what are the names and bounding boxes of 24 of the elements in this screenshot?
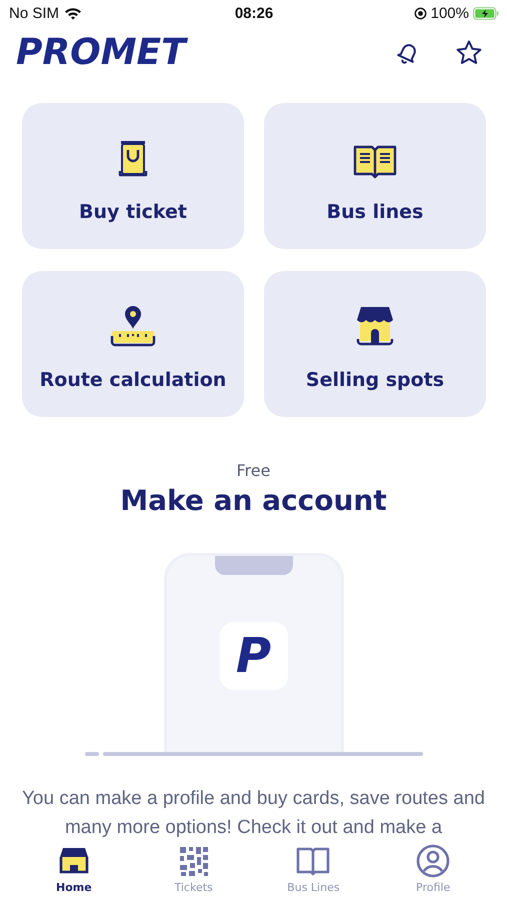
menu-tile[interactable]: Selling spots [264, 271, 486, 417]
orientation-lock-icon [414, 6, 427, 20]
storefront-icon [56, 846, 91, 876]
open-book-icon [352, 143, 398, 179]
open-book-icon [296, 846, 330, 876]
section-title: Make an account [120, 484, 387, 517]
battery-text: 100% [430, 4, 469, 22]
menu-tile[interactable]: Buy ticket [22, 103, 244, 249]
profile-icon [416, 844, 450, 878]
wifi-icon [64, 6, 82, 20]
logo: PROMET [16, 35, 186, 71]
app-icon: P [220, 622, 288, 690]
star-icon[interactable] [455, 39, 483, 67]
qr-code-icon [178, 845, 210, 877]
tab-bar-item[interactable]: Home [28, 844, 119, 894]
ground-line [84, 752, 98, 756]
menu-tile[interactable]: Bus lines [264, 103, 486, 249]
description-text: You can make a profile and buy cards, save routes and many more options! Check it out and make a [21, 787, 486, 840]
carrier-text: No SIM [9, 4, 60, 22]
storefront-icon [354, 305, 396, 347]
eyebrow-text: Free [236, 461, 270, 480]
battery-icon [473, 6, 499, 20]
clock-text: 08:26 [234, 4, 274, 22]
menu-tile[interactable]: Route calculation [22, 271, 244, 417]
